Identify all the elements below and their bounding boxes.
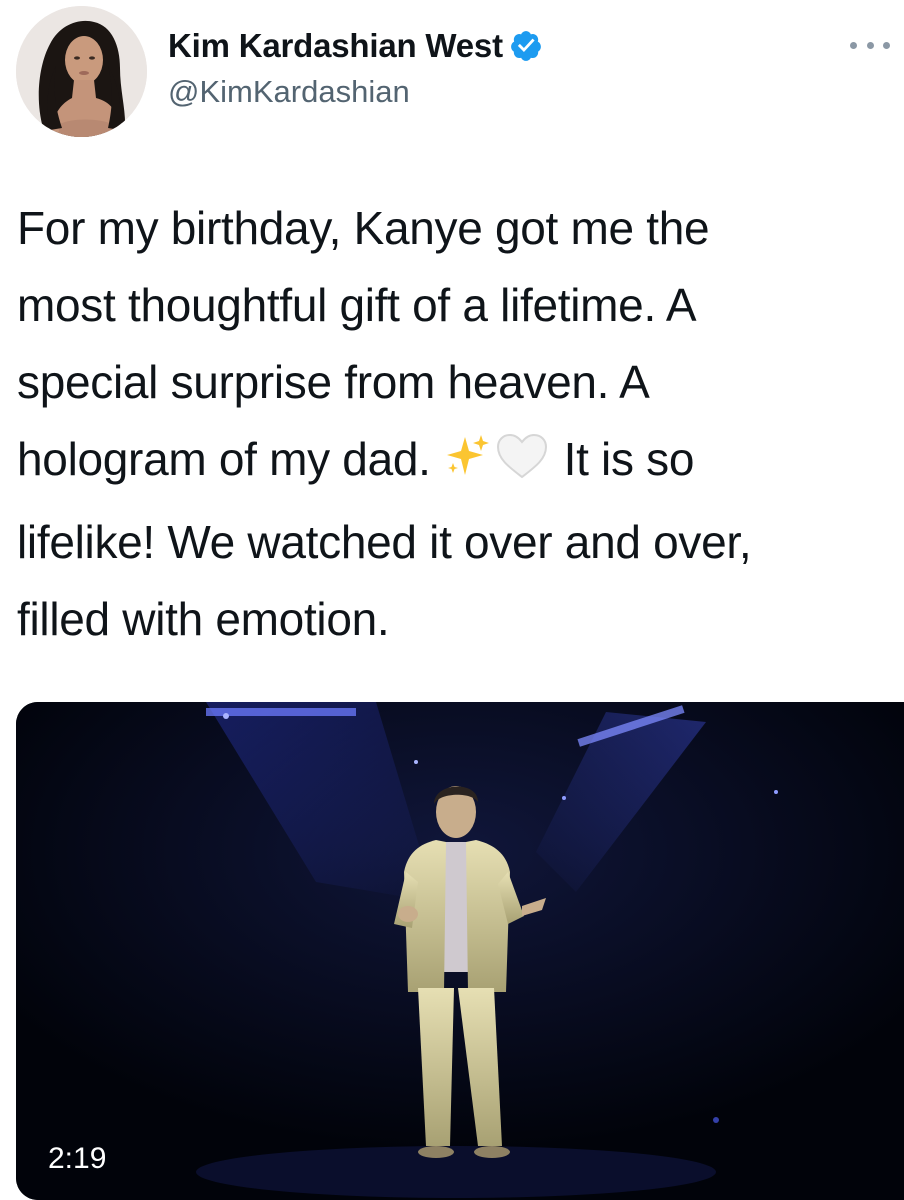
more-dot (883, 41, 890, 49)
author-handle[interactable]: @KimKardashian (168, 74, 410, 110)
author-display-name[interactable]: Kim Kardashian West (168, 27, 503, 65)
author-name-row[interactable]: Kim Kardashian West (168, 24, 543, 68)
verified-badge-icon (509, 29, 543, 63)
tweet-text-line: For my birthday, Kanye got me the (17, 202, 710, 254)
sparkles-emoji-icon (443, 427, 493, 504)
tweet-text-line: special surprise from heaven. A (17, 356, 650, 408)
tweet: Kim Kardashian West @KimKardashian For m… (0, 0, 904, 1200)
tweet-text-line: most thoughtful gift of a lifetime. A (17, 279, 697, 331)
tweet-text-segment: hologram of my dad. (17, 433, 431, 485)
more-dot (850, 41, 857, 49)
tweet-header: Kim Kardashian West @KimKardashian (0, 0, 904, 150)
video-player[interactable]: 2:19 (16, 702, 904, 1200)
avatar[interactable] (16, 6, 147, 137)
video-duration: 2:19 (48, 1142, 107, 1175)
more-dot (866, 41, 874, 49)
tweet-text-segment: It is so (563, 433, 695, 485)
tweet-text: For my birthday, Kanye got me the most t… (17, 190, 887, 658)
hologram-video-thumbnail-icon (16, 702, 904, 1200)
white-heart-emoji-icon (493, 427, 551, 504)
tweet-text-line: filled with emotion. (17, 593, 390, 645)
tweet-text-line: lifelike! We watched it over and over, (17, 516, 752, 568)
profile-photo-icon (16, 6, 147, 137)
tweet-text-line-with-emoji: hologram of my dad. It is so (17, 421, 887, 504)
more-options-icon[interactable] (850, 30, 890, 60)
